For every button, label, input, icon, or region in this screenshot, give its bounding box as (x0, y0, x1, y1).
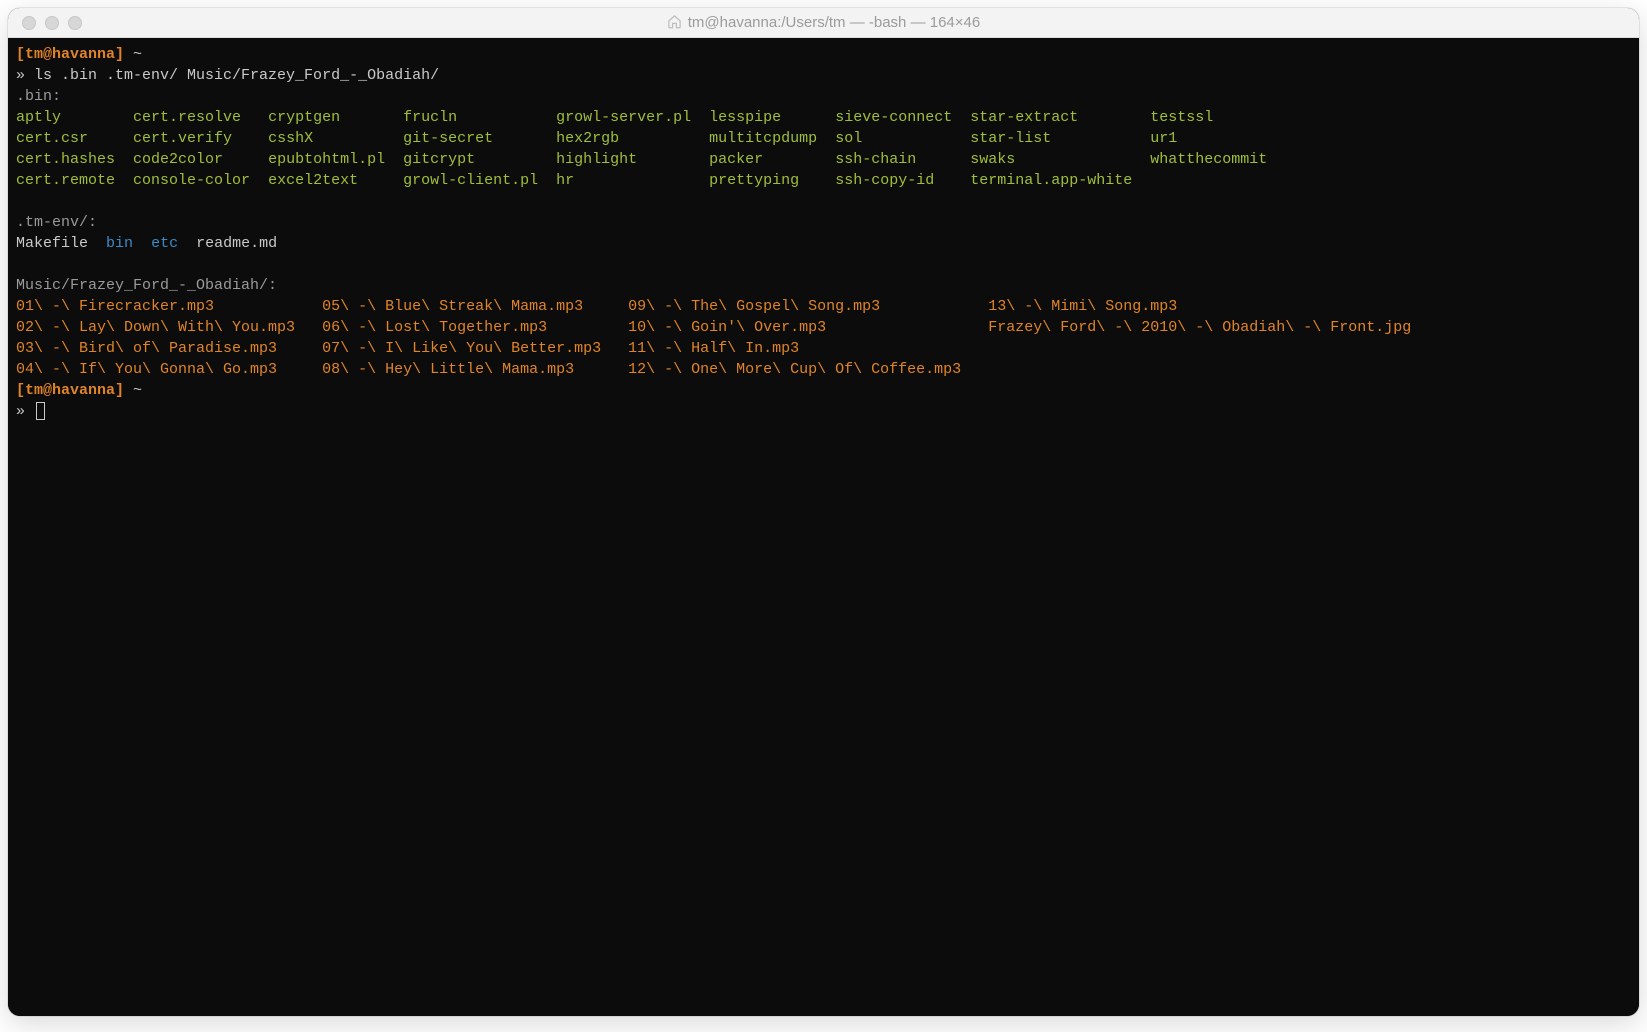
prompt-user-host: [tm@havanna] (16, 46, 124, 63)
music-file: 10\ -\ Goin'\ Over.mp3 (628, 319, 988, 336)
minimize-button[interactable] (45, 16, 59, 30)
bin-file: ssh-chain (835, 151, 970, 168)
bin-file: testssl (1150, 109, 1276, 126)
bin-file: hr (556, 172, 709, 189)
bin-file: sol (835, 130, 970, 147)
bin-file: prettyping (709, 172, 835, 189)
bin-file: ur1 (1150, 130, 1276, 147)
music-file: 03\ -\ Bird\ of\ Paradise.mp3 (16, 340, 322, 357)
title-text: tm@havanna:/Users/tm — -bash — 164×46 (688, 14, 980, 31)
music-file: 05\ -\ Blue\ Streak\ Mama.mp3 (322, 298, 628, 315)
tmenv-item: etc (151, 235, 178, 252)
bin-file: excel2text (268, 172, 403, 189)
bin-file: cert.remote (16, 172, 133, 189)
bin-file: aptly (16, 109, 133, 126)
window-title: tm@havanna:/Users/tm — -bash — 164×46 (8, 14, 1639, 32)
section-header-music: Music/Frazey_Ford_-_Obadiah/: (16, 277, 277, 294)
bin-file: star-list (970, 130, 1150, 147)
tmenv-item: bin (106, 235, 133, 252)
bin-file: cert.csr (16, 130, 133, 147)
window-controls (8, 16, 82, 30)
bin-file: whatthecommit (1150, 151, 1276, 168)
home-icon (667, 14, 682, 32)
bin-file: cryptgen (268, 109, 403, 126)
zoom-button[interactable] (68, 16, 82, 30)
bin-file: gitcrypt (403, 151, 556, 168)
bin-file: console-color (133, 172, 268, 189)
section-header-tmenv: .tm-env/: (16, 214, 97, 231)
section-header-bin: .bin: (16, 88, 61, 105)
music-file: 08\ -\ Hey\ Little\ Mama.mp3 (322, 361, 628, 378)
music-file: Frazey\ Ford\ -\ 2010\ -\ Obadiah\ -\ Fr… (988, 319, 1420, 336)
bin-file: swaks (970, 151, 1150, 168)
command-text: ls .bin .tm-env/ Music/Frazey_Ford_-_Oba… (34, 67, 439, 84)
prompt-arrow: » (16, 67, 34, 84)
cursor (36, 402, 45, 420)
music-file: 11\ -\ Half\ In.mp3 (628, 340, 988, 357)
bin-file: multitcpdump (709, 130, 835, 147)
music-file: 06\ -\ Lost\ Together.mp3 (322, 319, 628, 336)
tmenv-item: readme.md (196, 235, 277, 252)
bin-file: hex2rgb (556, 130, 709, 147)
bin-file: sieve-connect (835, 109, 970, 126)
bin-file: lesspipe (709, 109, 835, 126)
music-file: 13\ -\ Mimi\ Song.mp3 (988, 298, 1420, 315)
bin-file: growl-server.pl (556, 109, 709, 126)
music-file: 07\ -\ I\ Like\ You\ Better.mp3 (322, 340, 628, 357)
terminal-window: tm@havanna:/Users/tm — -bash — 164×46 [t… (8, 8, 1639, 1016)
tmenv-item: Makefile (16, 235, 88, 252)
bin-file: cert.verify (133, 130, 268, 147)
bin-file: git-secret (403, 130, 556, 147)
bin-file: highlight (556, 151, 709, 168)
bin-file: epubtohtml.pl (268, 151, 403, 168)
bin-file: terminal.app-white (970, 172, 1150, 189)
bin-file: ssh-copy-id (835, 172, 970, 189)
music-file: 01\ -\ Firecracker.mp3 (16, 298, 322, 315)
music-file: 12\ -\ One\ More\ Cup\ Of\ Coffee.mp3 (628, 361, 988, 378)
bin-file: star-extract (970, 109, 1150, 126)
bin-file: packer (709, 151, 835, 168)
bin-file: frucln (403, 109, 556, 126)
prompt-arrow: » (16, 403, 34, 420)
bin-file: csshX (268, 130, 403, 147)
titlebar[interactable]: tm@havanna:/Users/tm — -bash — 164×46 (8, 8, 1639, 38)
prompt-cwd: ~ (124, 382, 142, 399)
close-button[interactable] (22, 16, 36, 30)
bin-file: growl-client.pl (403, 172, 556, 189)
bin-file: cert.hashes (16, 151, 133, 168)
terminal-body[interactable]: [tm@havanna] ~ » ls .bin .tm-env/ Music/F… (8, 38, 1639, 1016)
music-file: 09\ -\ The\ Gospel\ Song.mp3 (628, 298, 988, 315)
music-file: 04\ -\ If\ You\ Gonna\ Go.mp3 (16, 361, 322, 378)
prompt-user-host: [tm@havanna] (16, 382, 124, 399)
bin-file: cert.resolve (133, 109, 268, 126)
music-file: 02\ -\ Lay\ Down\ With\ You.mp3 (16, 319, 322, 336)
bin-file: code2color (133, 151, 268, 168)
prompt-cwd: ~ (124, 46, 142, 63)
